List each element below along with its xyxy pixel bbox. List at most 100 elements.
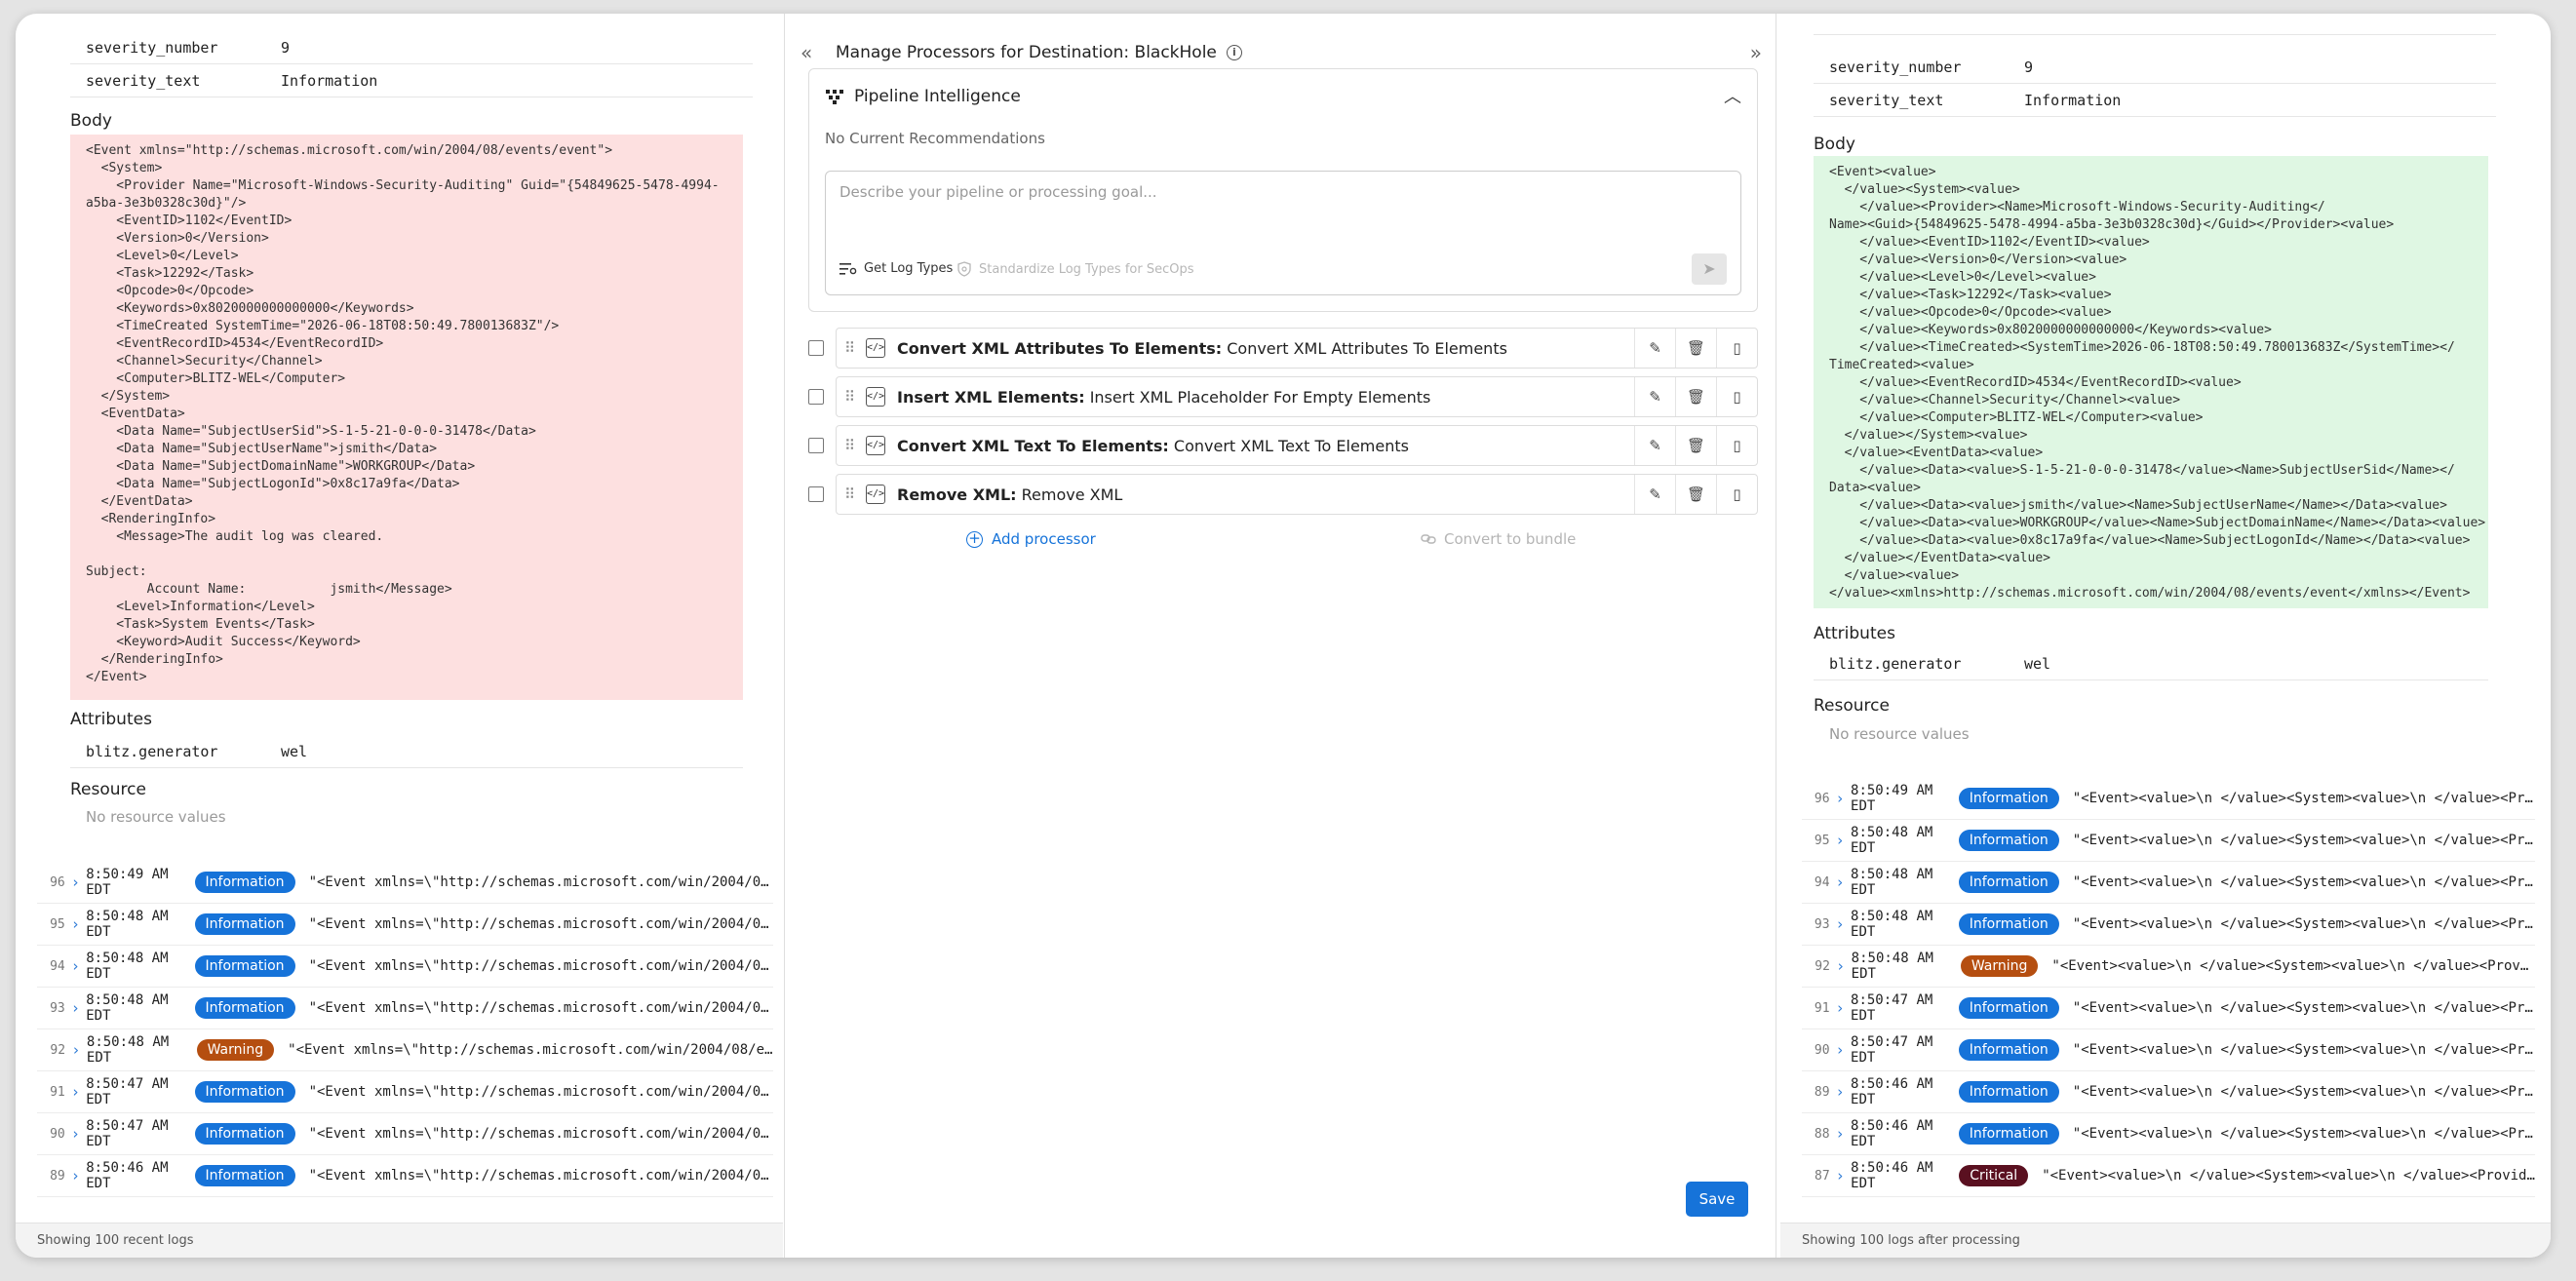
log-row[interactable]: 93 › 8:50:48 AM EDT Information "<Event xmln…: [37, 988, 773, 1029]
chevron-right-icon[interactable]: ›: [1830, 957, 1852, 975]
severity-badge: Information: [1958, 1123, 2059, 1145]
bookmark-button[interactable]: ▯: [1716, 475, 1757, 514]
drag-handle-icon[interactable]: ⠿: [844, 437, 858, 454]
chevron-right-icon[interactable]: ›: [1830, 1167, 1852, 1184]
log-timestamp: 8:50:48 AM EDT: [86, 1034, 170, 1066]
log-row-number: 94: [50, 958, 65, 974]
plus-circle-icon: +: [966, 530, 983, 548]
processor-card[interactable]: ⠿ </> Insert XML Elements: Insert XML Plac…: [836, 376, 1758, 417]
get-log-types-button[interactable]: Get Log Types: [839, 261, 953, 276]
chevron-right-icon[interactable]: ›: [65, 1041, 87, 1059]
drag-handle-icon[interactable]: ⠿: [844, 388, 858, 406]
info-icon[interactable]: i: [1226, 45, 1242, 60]
log-row[interactable]: 88 › 8:50:46 AM EDT Information "<Event><val…: [1802, 1113, 2535, 1155]
edit-button[interactable]: ✎: [1634, 329, 1675, 368]
delete-button[interactable]: 🗑: [1675, 426, 1716, 465]
chevron-right-icon[interactable]: ›: [65, 915, 87, 933]
log-row[interactable]: 95 › 8:50:48 AM EDT Information "<Event><val…: [1802, 820, 2535, 862]
log-timestamp: 8:50:47 AM EDT: [86, 1118, 169, 1149]
processor-card[interactable]: ⠿ </> Convert XML Text To Elements: Conver…: [836, 425, 1758, 466]
log-row[interactable]: 95 › 8:50:48 AM EDT Information "<Event xmln…: [37, 904, 773, 946]
processor-title: Convert XML Attributes To Elements: Conv…: [897, 339, 1507, 358]
recommendations-status: No Current Recommendations: [825, 130, 1045, 147]
processor-card[interactable]: ⠿ </> Convert XML Attributes To Elements: …: [836, 328, 1758, 369]
processor-card[interactable]: ⠿ </> Remove XML: Remove XML ✎ 🗑 ▯: [836, 474, 1758, 515]
bookmark-button[interactable]: ▯: [1716, 377, 1757, 416]
log-row[interactable]: 90 › 8:50:47 AM EDT Information "<Event><val…: [1802, 1029, 2535, 1071]
log-row[interactable]: 94 › 8:50:48 AM EDT Information "<Event><val…: [1802, 862, 2535, 904]
field-value: Information: [281, 71, 378, 90]
field-key: severity_text: [86, 71, 201, 90]
processor-checkbox[interactable]: [808, 389, 824, 405]
chevron-right-icon[interactable]: ›: [1830, 832, 1851, 849]
field-value: 9: [281, 38, 291, 57]
edit-button[interactable]: ✎: [1634, 426, 1675, 465]
chevron-right-icon[interactable]: ›: [65, 999, 87, 1017]
delete-button[interactable]: 🗑: [1675, 377, 1716, 416]
processor-checkbox[interactable]: [808, 438, 824, 453]
chevron-right-icon[interactable]: ›: [65, 957, 87, 975]
log-message: "<Event><value>\n </value><System><value…: [2072, 833, 2535, 848]
log-row[interactable]: 94 › 8:50:48 AM EDT Information "<Event xmln…: [37, 946, 773, 988]
processor-title: Convert XML Text To Elements: Convert XM…: [897, 437, 1409, 455]
log-timestamp: 8:50:47 AM EDT: [86, 1076, 169, 1107]
chevron-right-icon[interactable]: ›: [1830, 873, 1851, 891]
chevron-right-icon[interactable]: ›: [1830, 1041, 1851, 1059]
chevron-right-icon[interactable]: ›: [1830, 915, 1851, 933]
log-row[interactable]: 87 › 8:50:46 AM EDT Critical "<Event><value>…: [1802, 1155, 2535, 1197]
field-key: severity_text: [1829, 91, 1944, 109]
body-xml-processed[interactable]: <Event><value> </value><System><value> <…: [1814, 156, 2488, 608]
add-processor-button[interactable]: + Add processor: [966, 530, 1096, 548]
chevron-right-icon[interactable]: ›: [65, 1125, 87, 1143]
standardize-log-types-button[interactable]: Standardize Log Types for SecOps: [956, 261, 1194, 277]
chevron-up-icon[interactable]: ︿: [1724, 83, 1741, 108]
severity-badge: Information: [1958, 997, 2059, 1019]
drag-handle-icon[interactable]: ⠿: [844, 339, 858, 357]
save-button[interactable]: Save: [1686, 1182, 1748, 1217]
log-row[interactable]: 91 › 8:50:47 AM EDT Information "<Event xmln…: [37, 1071, 773, 1113]
chevron-right-icon[interactable]: ›: [1830, 999, 1851, 1017]
log-message: "<Event><value>\n </value><System><value…: [2051, 958, 2535, 974]
chevron-right-icon[interactable]: ›: [65, 873, 87, 891]
collapse-left-button[interactable]: «: [800, 41, 812, 64]
delete-button[interactable]: 🗑: [1675, 475, 1716, 514]
processor-title: Remove XML: Remove XML: [897, 485, 1122, 504]
log-row-number: 93: [50, 1000, 65, 1016]
log-row[interactable]: 90 › 8:50:47 AM EDT Information "<Event xmln…: [37, 1113, 773, 1155]
log-row[interactable]: 96 › 8:50:49 AM EDT Information "<Event xmln…: [37, 862, 773, 904]
chevron-right-icon[interactable]: ›: [1830, 1083, 1851, 1101]
body-xml-original[interactable]: <Event xmlns="http://schemas.microsoft.c…: [70, 135, 743, 700]
bookmark-button[interactable]: ▯: [1716, 329, 1757, 368]
processor-checkbox[interactable]: [808, 486, 824, 502]
chevron-right-icon[interactable]: ›: [65, 1167, 87, 1184]
log-row[interactable]: 89 › 8:50:46 AM EDT Information "<Event xmln…: [37, 1155, 773, 1197]
processor-checkbox[interactable]: [808, 340, 824, 356]
log-row-number: 90: [1814, 1042, 1830, 1058]
chevron-right-icon[interactable]: ›: [1830, 790, 1851, 807]
drag-handle-icon[interactable]: ⠿: [844, 485, 858, 503]
chevron-right-icon[interactable]: ›: [1830, 1125, 1851, 1143]
bookmark-button[interactable]: ▯: [1716, 426, 1757, 465]
send-button[interactable]: ➤: [1692, 253, 1727, 285]
log-row[interactable]: 91 › 8:50:47 AM EDT Information "<Event><val…: [1802, 988, 2535, 1029]
log-row[interactable]: 93 › 8:50:48 AM EDT Information "<Event><val…: [1802, 904, 2535, 946]
delete-button[interactable]: 🗑: [1675, 329, 1716, 368]
chevron-right-icon[interactable]: ›: [65, 1083, 87, 1101]
pipeline-intelligence-header[interactable]: Pipeline Intelligence: [825, 87, 1021, 106]
goal-input[interactable]: Describe your pipeline or processing goa…: [825, 171, 1741, 295]
log-row[interactable]: 89 › 8:50:46 AM EDT Information "<Event><val…: [1802, 1071, 2535, 1113]
field-key: blitz.generator: [86, 742, 218, 760]
severity-badge: Information: [1958, 830, 2059, 851]
log-row[interactable]: 96 › 8:50:49 AM EDT Information "<Event><val…: [1802, 778, 2535, 820]
collapse-right-button[interactable]: »: [1750, 41, 1762, 64]
log-row-number: 96: [50, 874, 65, 890]
edit-button[interactable]: ✎: [1634, 377, 1675, 416]
edit-button[interactable]: ✎: [1634, 475, 1675, 514]
log-row[interactable]: 92 › 8:50:48 AM EDT Warning "<Event xmlns=\"…: [37, 1029, 773, 1071]
severity-badge: Critical: [1959, 1165, 2029, 1186]
log-row[interactable]: 92 › 8:50:48 AM EDT Warning "<Event><value>\…: [1802, 946, 2535, 988]
convert-to-bundle-button[interactable]: Convert to bundle: [1421, 530, 1576, 548]
shield-icon: [957, 261, 971, 277]
code-icon: </>: [866, 387, 885, 407]
get-log-types-label: Get Log Types: [864, 261, 954, 276]
